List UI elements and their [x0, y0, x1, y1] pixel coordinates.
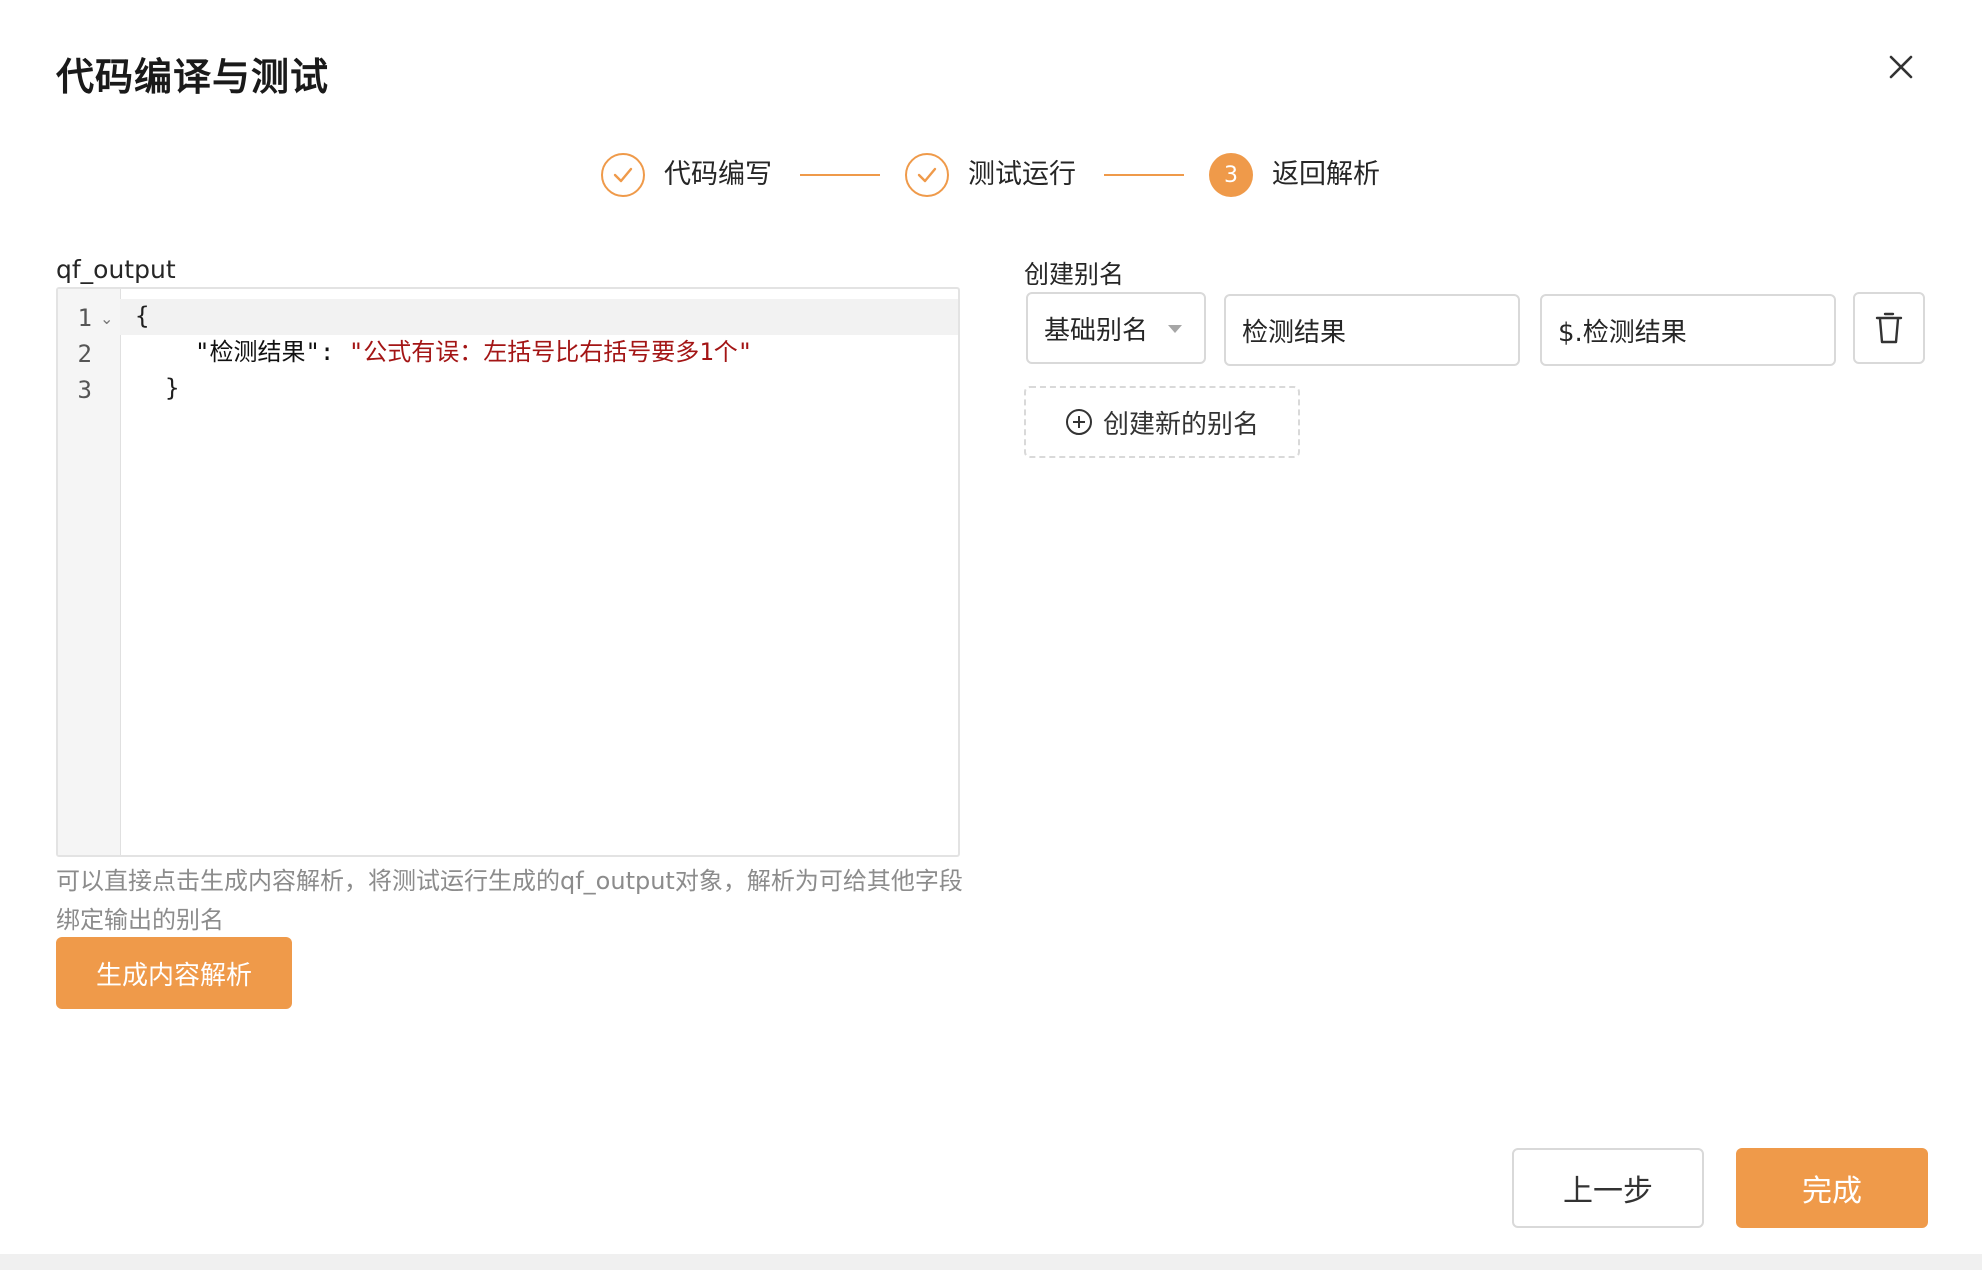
step-2-indicator: [905, 153, 949, 197]
editor-label: qf_output: [56, 255, 176, 284]
code-line-3: }: [165, 374, 180, 402]
close-icon: [1889, 55, 1913, 79]
code-editor[interactable]: 1 ⌄ 2 3 { "检测结果": "公式有误：左括号比右括号要多1个" }: [56, 287, 960, 857]
code-line-1: {: [135, 302, 150, 330]
generate-parse-button[interactable]: 生成内容解析: [56, 937, 292, 1009]
alias-label: 创建别名: [1024, 260, 1125, 289]
json-separator: :: [319, 338, 349, 366]
active-line-highlight: [120, 299, 958, 335]
editor-gutter: [58, 289, 121, 855]
finish-button[interactable]: 完成: [1736, 1148, 1928, 1228]
dialog-title: 代码编译与测试: [56, 55, 330, 99]
delete-alias-button[interactable]: [1853, 292, 1925, 364]
step-3-label: 返回解析: [1272, 159, 1380, 190]
line-number: 2: [77, 340, 92, 368]
step-1-indicator: [601, 153, 645, 197]
code-line-2: "检测结果": "公式有误：左括号比右括号要多1个": [195, 340, 752, 364]
step-1-label: 代码编写: [664, 159, 772, 190]
step-3-indicator: 3: [1209, 153, 1253, 197]
chevron-down-icon[interactable]: ⌄: [100, 309, 113, 328]
json-value: "公式有误：左括号比右括号要多1个": [348, 338, 753, 366]
bottom-backdrop: [0, 1254, 1982, 1270]
add-alias-button[interactable]: 创建新的别名: [1024, 386, 1300, 458]
check-icon: [613, 167, 633, 183]
caret-down-icon: [1168, 325, 1182, 333]
dialog: 代码编译与测试 代码编写 测试运行 3 返回解析 qf_output 1 ⌄ 2…: [0, 0, 1982, 1270]
hint-text: 可以直接点击生成内容解析，将测试运行生成的qf_output对象，解析为可给其他…: [56, 867, 963, 934]
step-connector: [800, 174, 880, 176]
close-button[interactable]: [1886, 52, 1916, 82]
alias-type-value: 基础别名: [1044, 315, 1149, 346]
line-number: 1: [77, 304, 92, 332]
step-2-label: 测试运行: [968, 159, 1076, 190]
alias-path-input[interactable]: [1540, 294, 1836, 366]
trash-icon: [1875, 312, 1903, 344]
add-alias-label: 创建新的别名: [1102, 409, 1259, 440]
alias-name-input[interactable]: [1224, 294, 1520, 366]
plus-circle-icon: [1065, 409, 1092, 435]
line-number: 3: [77, 376, 92, 404]
step-connector: [1104, 174, 1184, 176]
check-icon: [917, 167, 937, 183]
prev-step-button[interactable]: 上一步: [1512, 1148, 1704, 1228]
json-key: "检测结果": [195, 338, 320, 366]
alias-type-select[interactable]: 基础别名: [1026, 292, 1206, 364]
